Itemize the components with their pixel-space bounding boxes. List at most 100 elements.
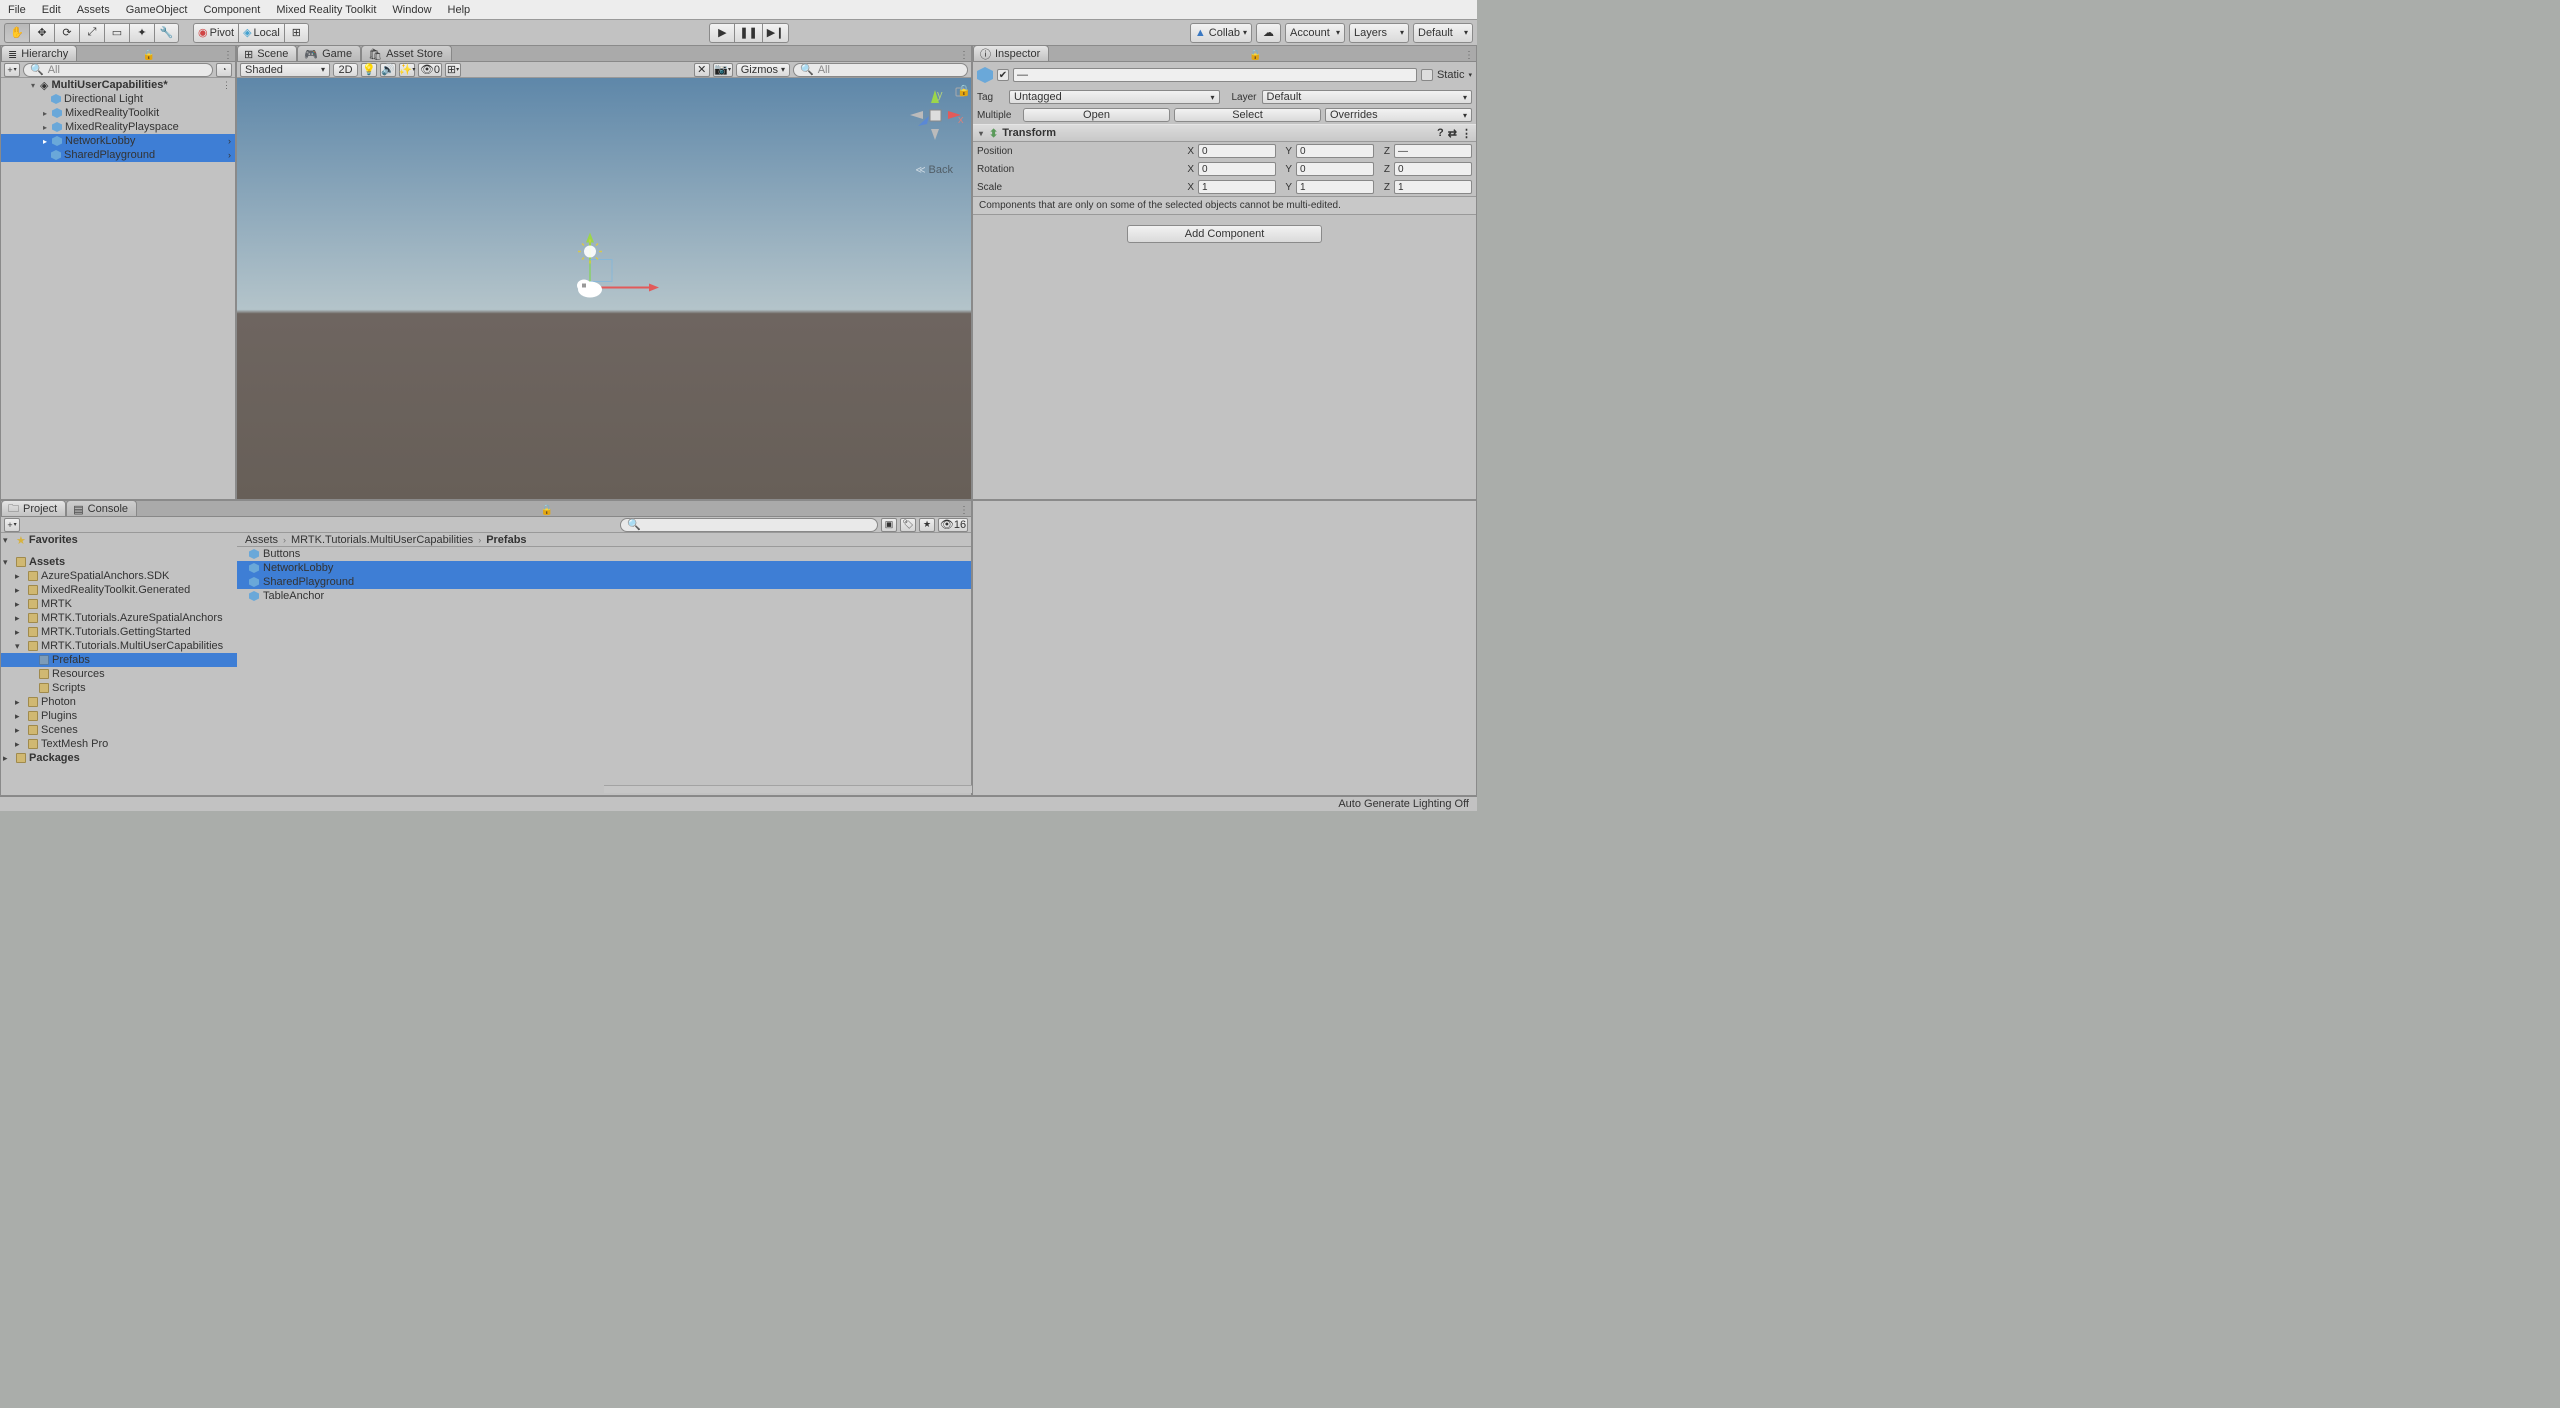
menu-component[interactable]: Component (195, 1, 268, 19)
menu-mrtk[interactable]: Mixed Reality Toolkit (268, 1, 384, 19)
game-tab[interactable]: 🎮Game (297, 45, 361, 61)
folder-item[interactable]: Resources (1, 667, 237, 681)
hierarchy-filter[interactable]: ◔ (216, 63, 232, 77)
transform-tool[interactable]: ✦ (129, 23, 154, 43)
favorite-toggle[interactable]: ★ (919, 518, 935, 532)
scene-viewport[interactable]: y x 🔒 ≪ Back (237, 78, 971, 499)
filter-type[interactable]: ▣ (881, 518, 897, 532)
inspector-tab[interactable]: ⓘInspector (973, 45, 1049, 61)
rotate-tool[interactable]: ⟳ (54, 23, 79, 43)
custom-tool[interactable]: 🔧 (154, 23, 179, 43)
position-x[interactable] (1198, 144, 1276, 158)
breadcrumb-item[interactable]: MRTK.Tutorials.MultiUserCapabilities (291, 534, 473, 546)
asset-item[interactable]: TableAnchor (237, 589, 971, 603)
prefab-overrides[interactable]: Overrides▾ (1325, 108, 1472, 122)
layout-dropdown[interactable]: Default▾ (1413, 23, 1473, 43)
favorites-header[interactable]: ▾★Favorites (1, 533, 237, 547)
lock-icon[interactable]: 🔒 (539, 505, 555, 516)
position-y[interactable] (1296, 144, 1374, 158)
component-menu-icon[interactable]: ⋮ (1461, 127, 1472, 140)
play-button[interactable]: ▶ (709, 23, 734, 43)
orientation-gizmo[interactable]: y x 🔒 (908, 88, 963, 143)
asset-item[interactable]: NetworkLobby (237, 561, 971, 575)
layers-dropdown[interactable]: Layers▾ (1349, 23, 1409, 43)
local-toggle[interactable]: ◈Local (238, 23, 284, 43)
hand-tool[interactable]: ✋ (4, 23, 29, 43)
menu-help[interactable]: Help (440, 1, 479, 19)
nav-arrow-icon[interactable]: › (228, 136, 231, 146)
nav-arrow-icon[interactable]: › (228, 150, 231, 160)
hierarchy-item[interactable]: SharedPlayground› (1, 148, 235, 162)
fx-toggle[interactable]: ✨▾ (399, 63, 415, 77)
folder-item[interactable]: ▸MixedRealityToolkit.Generated (1, 583, 237, 597)
filter-label[interactable]: 🏷 (900, 518, 916, 532)
hierarchy-item[interactable]: ▸MixedRealityPlayspace (1, 120, 235, 134)
expand-arrow-icon[interactable]: ▸ (41, 123, 49, 132)
expand-arrow-icon[interactable]: ▾ (977, 129, 985, 138)
asset-store-tab[interactable]: 🛍Asset Store (361, 45, 452, 61)
menu-gameobject[interactable]: GameObject (118, 1, 196, 19)
shading-mode-dropdown[interactable]: Shaded▾ (240, 63, 330, 77)
help-icon[interactable]: ? (1437, 127, 1444, 139)
rotation-z[interactable] (1394, 162, 1472, 176)
tools-toggle[interactable]: ✕ (694, 63, 710, 77)
hidden-packages[interactable]: 👁16 (938, 518, 968, 532)
scene-options-icon[interactable]: ⋮ (222, 80, 231, 91)
layer-dropdown[interactable]: Default▾ (1262, 90, 1473, 104)
transform-header[interactable]: ▾ ⬍ Transform ? ⇄ ⋮ (973, 124, 1476, 142)
folder-item[interactable]: Prefabs (1, 653, 237, 667)
breadcrumb-item[interactable]: Prefabs (486, 534, 526, 546)
menu-assets[interactable]: Assets (69, 1, 118, 19)
packages-root[interactable]: ▸Packages (1, 751, 237, 765)
folder-item[interactable]: ▸MRTK.Tutorials.GettingStarted (1, 625, 237, 639)
hierarchy-item[interactable]: ▸MixedRealityToolkit (1, 106, 235, 120)
cloud-button[interactable]: ☁ (1256, 23, 1281, 43)
preset-icon[interactable]: ⇄ (1448, 127, 1457, 140)
scale-z[interactable] (1394, 180, 1472, 194)
asset-item[interactable]: SharedPlayground (237, 575, 971, 589)
folder-item[interactable]: ▸Scenes (1, 723, 237, 737)
hidden-count[interactable]: 👁0 (418, 63, 442, 77)
context-menu-icon[interactable]: ⋮ (957, 505, 971, 516)
expand-arrow-icon[interactable]: ▾ (29, 81, 37, 90)
scale-y[interactable] (1296, 180, 1374, 194)
lighting-toggle[interactable]: 💡 (361, 63, 377, 77)
active-toggle[interactable]: ✔ (997, 69, 1009, 81)
create-dropdown[interactable]: +▾ (4, 63, 20, 77)
prefab-select[interactable]: Select (1174, 108, 1321, 122)
grid-snap[interactable]: ⊞ (284, 23, 309, 43)
menu-file[interactable]: File (0, 1, 34, 19)
console-tab[interactable]: ▤Console (66, 500, 137, 516)
folder-item[interactable]: ▾MRTK.Tutorials.MultiUserCapabilities (1, 639, 237, 653)
rotation-x[interactable] (1198, 162, 1276, 176)
camera-settings[interactable]: 📷▾ (713, 63, 733, 77)
pivot-toggle[interactable]: ◉Pivot (193, 23, 238, 43)
hierarchy-item[interactable]: ▸NetworkLobby› (1, 134, 235, 148)
audio-toggle[interactable]: 🔊 (380, 63, 396, 77)
move-tool[interactable]: ✥ (29, 23, 54, 43)
collab-button[interactable]: ▲Collab▾ (1190, 23, 1252, 43)
name-field[interactable]: — (1013, 68, 1417, 82)
folder-item[interactable]: ▸AzureSpatialAnchors.SDK (1, 569, 237, 583)
panel-menu-icon[interactable]: ⋮ (957, 50, 971, 61)
expand-arrow-icon[interactable]: ▸ (41, 109, 49, 118)
selection-gizmo[interactable] (544, 227, 664, 350)
grid-toggle[interactable]: ⊞▾ (445, 63, 461, 77)
hierarchy-item[interactable]: Directional Light (1, 92, 235, 106)
scene-search[interactable]: 🔍All (793, 63, 968, 77)
pause-button[interactable]: ❚❚ (734, 23, 761, 43)
menu-window[interactable]: Window (384, 1, 439, 19)
back-button[interactable]: ≪ Back (915, 164, 953, 176)
expand-arrow-icon[interactable]: ▸ (41, 137, 49, 146)
folder-item[interactable]: ▸TextMesh Pro (1, 737, 237, 751)
prefab-open[interactable]: Open (1023, 108, 1170, 122)
folder-item[interactable]: ▸Plugins (1, 709, 237, 723)
tag-dropdown[interactable]: Untagged▾ (1009, 90, 1220, 104)
create-dropdown[interactable]: +▾ (4, 518, 20, 532)
gizmos-dropdown[interactable]: Gizmos▾ (736, 63, 790, 77)
add-component-button[interactable]: Add Component (1127, 225, 1322, 243)
scene-root[interactable]: ▾ ◈ MultiUserCapabilities* ⋮ (1, 78, 235, 92)
folder-item[interactable]: ▸MRTK (1, 597, 237, 611)
scene-tab[interactable]: ⊞Scene (237, 45, 297, 61)
position-z[interactable] (1394, 144, 1472, 158)
